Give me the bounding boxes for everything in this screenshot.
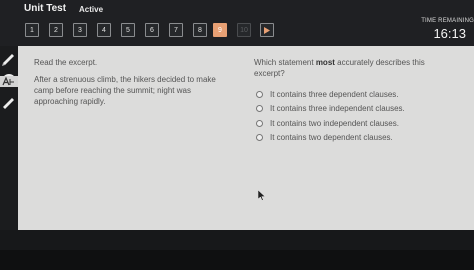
question-nav-7[interactable]: 7 <box>169 23 183 37</box>
question-text: Which statement most accurately describe… <box>254 58 425 78</box>
answer-option-4[interactable]: It contains two dependent clauses. <box>256 133 446 145</box>
answer-option-2[interactable]: It contains three independent clauses. <box>256 104 446 116</box>
pencil-icon <box>3 98 14 109</box>
radio-button[interactable] <box>256 91 263 98</box>
answer-label: It contains three independent clauses. <box>270 104 405 113</box>
pencil-tool-2[interactable] <box>0 94 18 110</box>
question-nav-5[interactable]: 5 <box>121 23 135 37</box>
passage-text: After a strenuous climb, the hikers deci… <box>34 75 216 106</box>
answer-label: It contains two dependent clauses. <box>270 133 393 142</box>
radio-button[interactable] <box>256 105 263 112</box>
question-nav-8[interactable]: 8 <box>193 23 207 37</box>
question-nav-3[interactable]: 3 <box>73 23 87 37</box>
pencil-icon <box>2 54 14 66</box>
passage-label: Read the excerpt. <box>34 58 98 67</box>
bottom-strip <box>0 250 474 270</box>
question-panel: Read the excerpt. After a strenuous clim… <box>18 46 474 230</box>
text-size-tool[interactable] <box>0 74 18 90</box>
answer-label: It contains two independent clauses. <box>270 119 399 128</box>
timer-label: TIME REMAINING <box>421 18 474 24</box>
question-nav-6[interactable]: 6 <box>145 23 159 37</box>
question-nav-1[interactable]: 1 <box>25 23 39 37</box>
question-nav-4[interactable]: 4 <box>97 23 111 37</box>
question-nav-9-current[interactable]: 9 <box>213 23 227 37</box>
pencil-tool[interactable] <box>0 50 18 66</box>
question-nav-2[interactable]: 2 <box>49 23 63 37</box>
play-arrow-icon <box>264 27 270 34</box>
question-nav-10: 10 <box>237 23 251 37</box>
page-title: Unit Test <box>24 3 67 14</box>
answer-option-3[interactable]: It contains two independent clauses. <box>256 119 446 131</box>
text-size-icon <box>0 76 18 87</box>
radio-button[interactable] <box>256 134 263 141</box>
mouse-cursor-icon <box>258 190 266 201</box>
radio-button[interactable] <box>256 120 263 127</box>
top-bar: Unit Test Active 1 2 3 4 5 6 7 8 9 10 TI… <box>0 0 474 46</box>
next-question-button[interactable] <box>260 23 274 37</box>
timer-value: 16:13 <box>433 26 466 41</box>
answer-option-1[interactable]: It contains three dependent clauses. <box>256 90 446 102</box>
answer-label: It contains three dependent clauses. <box>270 90 399 99</box>
status-label: Active <box>79 5 104 14</box>
tool-sidebar <box>0 46 18 230</box>
